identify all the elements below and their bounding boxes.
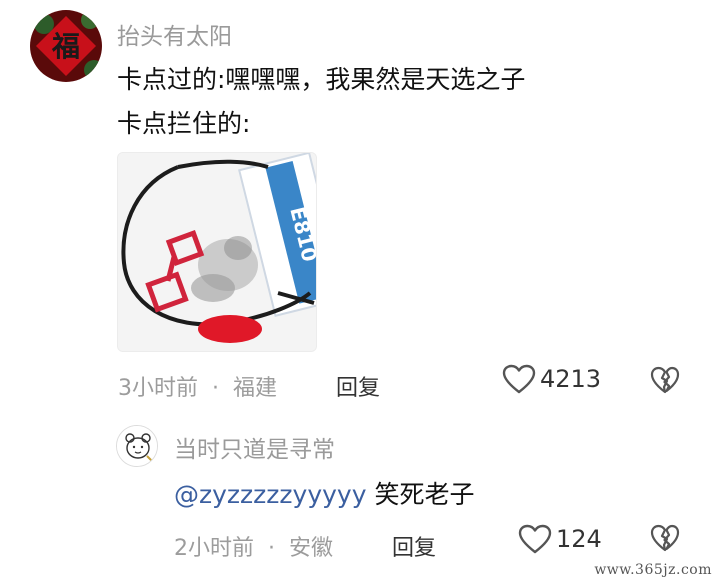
meta-separator: · [268, 536, 275, 561]
commenter-avatar[interactable]: 福 [30, 10, 102, 82]
like-count: 4213 [540, 365, 602, 393]
meta-separator: · [212, 376, 219, 401]
comment-text-line-1: 卡点过的:嘿嘿嘿，我果然是天选之子 [117, 65, 526, 94]
reply-like-button[interactable]: 124 [518, 524, 602, 554]
reply-body: 笑死老子 [366, 480, 475, 509]
watermark: www.365jz.com [594, 562, 712, 578]
comment-text-line-2: 卡点拦住的: [117, 109, 251, 138]
replier-name[interactable]: 当时只道是寻常 [174, 430, 335, 464]
commenter-name[interactable]: 抬头有太阳 [117, 17, 232, 51]
reply-meta: 2小时前 · 安徽 [174, 530, 333, 562]
fu-avatar-image: 福 [30, 10, 102, 82]
mention-link[interactable]: @zyzzzzzyyyyy [174, 480, 367, 509]
reply-text: @zyzzzzzyyyyy 笑死老子 [174, 475, 474, 511]
comment-location: 福建 [233, 376, 278, 401]
comment-time: 3小时前 [118, 376, 198, 401]
heart-icon [502, 364, 536, 394]
heart-icon [518, 524, 552, 554]
reply-location: 安徽 [289, 536, 334, 561]
reply-to-reply-button[interactable]: 回复 [392, 530, 436, 562]
like-button[interactable]: 4213 [502, 364, 601, 394]
avatar-glyph: 福 [51, 30, 80, 63]
comment-meta: 3小时前 · 福建 [118, 370, 277, 402]
reply-button[interactable]: 回复 [336, 370, 380, 402]
broken-heart-icon[interactable] [650, 524, 680, 552]
reply-time: 2小时前 [174, 536, 254, 561]
replier-avatar[interactable] [116, 425, 158, 467]
reply-like-count: 124 [556, 525, 602, 553]
bear-avatar-image [117, 426, 157, 466]
meme-image[interactable]: E810 [117, 152, 317, 352]
broken-heart-icon[interactable] [650, 366, 680, 394]
